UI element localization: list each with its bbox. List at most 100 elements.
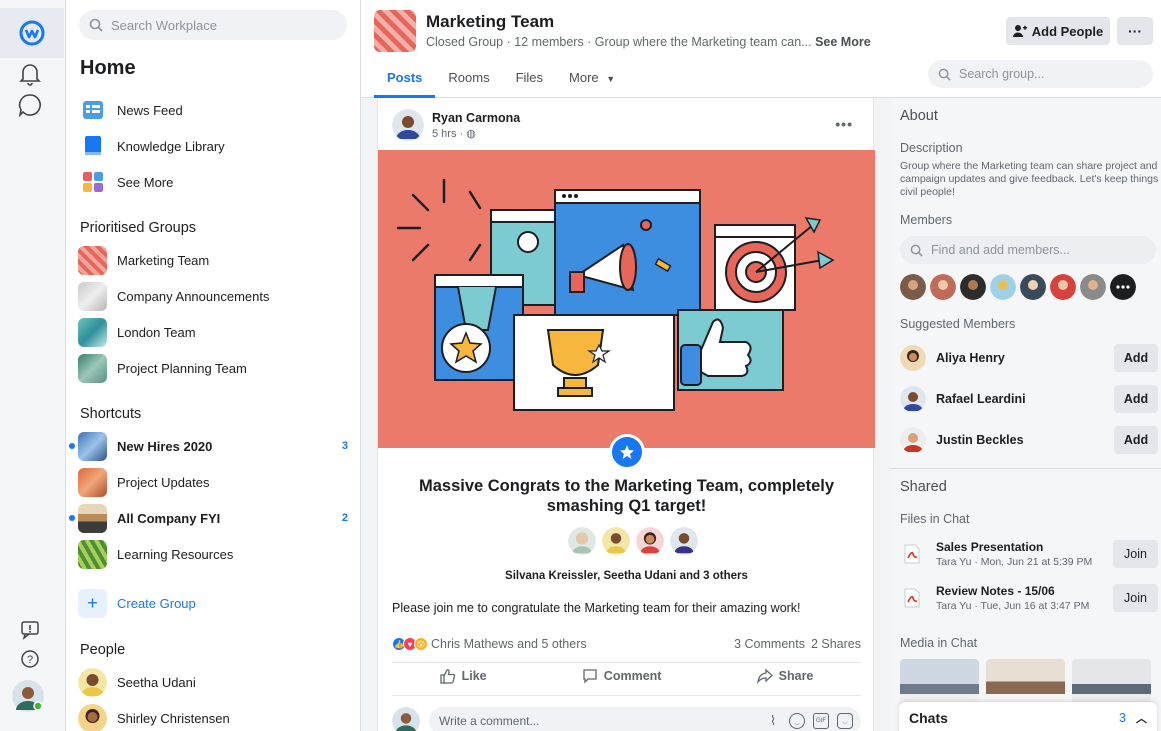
help-icon[interactable]: ? [17, 646, 43, 672]
shortcut-item-project-updates[interactable]: Project Updates [78, 466, 348, 498]
like-button[interactable]: Like [439, 668, 487, 684]
chats-bar[interactable]: Chats 3 ︿ [899, 702, 1157, 731]
tab-posts[interactable]: Posts [374, 60, 436, 98]
more-members-icon[interactable] [1110, 274, 1136, 300]
suggested-member-name[interactable]: Aliya Henry [936, 351, 1005, 365]
shortcut-item-learning-resources[interactable]: Learning Resources [78, 538, 348, 570]
create-group-button[interactable]: + Create Group [78, 587, 348, 619]
shortcut-label: New Hires 2020 [117, 438, 213, 454]
member-avatar[interactable] [1020, 274, 1046, 300]
media-in-chat-title: Media in Chat [900, 636, 978, 650]
member-avatar[interactable] [1080, 274, 1106, 300]
chat-bubble-icon[interactable] [17, 92, 43, 118]
add-person-icon [1012, 25, 1027, 37]
member-avatar[interactable] [930, 274, 956, 300]
workplace-logo-icon[interactable] [0, 8, 64, 58]
member-avatar[interactable] [990, 274, 1016, 300]
join-button[interactable]: Join [1113, 540, 1158, 568]
find-members-input[interactable]: Find and add members... [900, 236, 1156, 264]
file-name[interactable]: Review Notes - 15/06 [936, 584, 1089, 598]
add-member-button[interactable]: Add [1114, 385, 1158, 413]
search-group-input[interactable]: Search group... [928, 60, 1153, 88]
post-illustration [378, 150, 875, 448]
group-item-project-planning-team[interactable]: Project Planning Team [78, 352, 348, 384]
avatar [900, 345, 926, 371]
group-item-london-team[interactable]: London Team [78, 316, 348, 348]
search-workplace-input[interactable]: Search Workplace [79, 10, 347, 40]
left-navigation: Search Workplace Home News Feed Knowledg… [66, 0, 361, 731]
create-group-label: Create Group [117, 595, 196, 611]
search-icon [910, 244, 923, 257]
notifications-bell-icon[interactable] [17, 61, 43, 87]
unread-dot [69, 443, 75, 449]
gif-icon[interactable]: GIF [813, 713, 829, 729]
suggested-member-name[interactable]: Justin Beckles [936, 433, 1024, 447]
shortcut-label: Learning Resources [117, 546, 234, 562]
member-avatar[interactable] [900, 274, 926, 300]
reaction-names[interactable]: Chris Mathews and 5 others [431, 637, 587, 651]
tagged-names[interactable]: Silvana Kreissler, Seetha Udani and 3 ot… [378, 570, 875, 582]
file-meta: Tara Yu · Mon, Jun 21 at 5:39 PM [936, 556, 1093, 568]
attachment-icon[interactable]: ⌇ [765, 713, 781, 729]
group-header: Marketing Team Closed Group · 12 members… [361, 0, 1161, 98]
share-label: Share [778, 669, 814, 683]
join-button[interactable]: Join [1113, 584, 1158, 612]
member-avatar[interactable] [960, 274, 986, 300]
person-label: Shirley Christensen [117, 710, 230, 726]
shortcut-item-new-hires[interactable]: New Hires 2020 3 [78, 430, 348, 462]
nav-item-knowledge-library[interactable]: Knowledge Library [78, 130, 348, 162]
find-members-placeholder: Find and add members... [931, 243, 1070, 257]
shortcut-item-all-company-fyi[interactable]: All Company FYI 2 [78, 502, 348, 534]
member-avatar[interactable] [1050, 274, 1076, 300]
author-avatar[interactable] [392, 109, 424, 141]
feedback-icon[interactable] [17, 617, 43, 643]
add-people-button[interactable]: Add People [1006, 17, 1110, 45]
avatar [900, 427, 926, 453]
tab-rooms[interactable]: Rooms [435, 60, 502, 98]
person-item-seetha-udani[interactable]: Seetha Udani [78, 666, 348, 698]
file-name[interactable]: Sales Presentation [936, 540, 1092, 554]
group-item-company-announcements[interactable]: Company Announcements [78, 280, 348, 312]
nav-item-news-feed[interactable]: News Feed [78, 94, 348, 126]
unread-count: 3 [341, 440, 348, 452]
person-item-shirley-christensen[interactable]: Shirley Christensen [78, 702, 348, 731]
avatar [600, 525, 632, 557]
comments-count[interactable]: 3 Comments [734, 637, 805, 651]
post-card: Ryan Carmona 5 hrs · ◍ ••• Massive Congr… [377, 98, 875, 731]
search-group-placeholder: Search group... [959, 67, 1045, 81]
tab-more[interactable]: More ▼ [556, 60, 628, 98]
avatar [566, 525, 598, 557]
add-member-button[interactable]: Add [1114, 344, 1158, 372]
add-people-label: Add People [1031, 23, 1104, 39]
emoji-icon[interactable]: ‿ [789, 713, 805, 729]
nav-item-see-more[interactable]: See More [78, 166, 348, 198]
thumbs-up-icon [439, 669, 455, 684]
nav-label: Knowledge Library [117, 138, 225, 154]
divider [890, 468, 1161, 469]
suggested-member-name[interactable]: Rafael Leardini [936, 392, 1026, 406]
about-panel: About Description Group where the Market… [890, 98, 1161, 731]
shares-count[interactable]: 2 Shares [811, 637, 861, 651]
share-button[interactable]: Share [756, 668, 814, 684]
see-more-link[interactable]: See More [815, 35, 871, 49]
group-item-marketing-team[interactable]: Marketing Team [78, 244, 348, 276]
profile-avatar[interactable] [12, 680, 44, 712]
wow-reaction-icon: 😮 [414, 637, 428, 651]
shortcut-thumbnail [78, 539, 107, 569]
sticker-icon[interactable]: ◡ [837, 713, 853, 729]
reaction-icons[interactable]: 👍 ♥ 😮 [392, 637, 428, 651]
members-title: Members [900, 213, 953, 227]
comment-input[interactable]: Write a comment... ⌇ ‿ GIF ◡ [429, 707, 861, 731]
post-body: Please join me to congratulate the Marke… [392, 601, 801, 615]
post-options-icon[interactable]: ••• [835, 116, 853, 132]
plus-icon: + [78, 588, 107, 618]
apps-icon [78, 168, 107, 197]
author-name[interactable]: Ryan Carmona [432, 111, 520, 125]
group-more-button[interactable]: ··· [1117, 17, 1153, 45]
shortcut-thumbnail [78, 503, 107, 533]
tagged-avatars[interactable] [566, 525, 702, 557]
add-member-button[interactable]: Add [1114, 426, 1158, 454]
divider [392, 695, 861, 696]
tab-files[interactable]: Files [503, 60, 556, 98]
comment-button[interactable]: Comment [582, 668, 661, 684]
